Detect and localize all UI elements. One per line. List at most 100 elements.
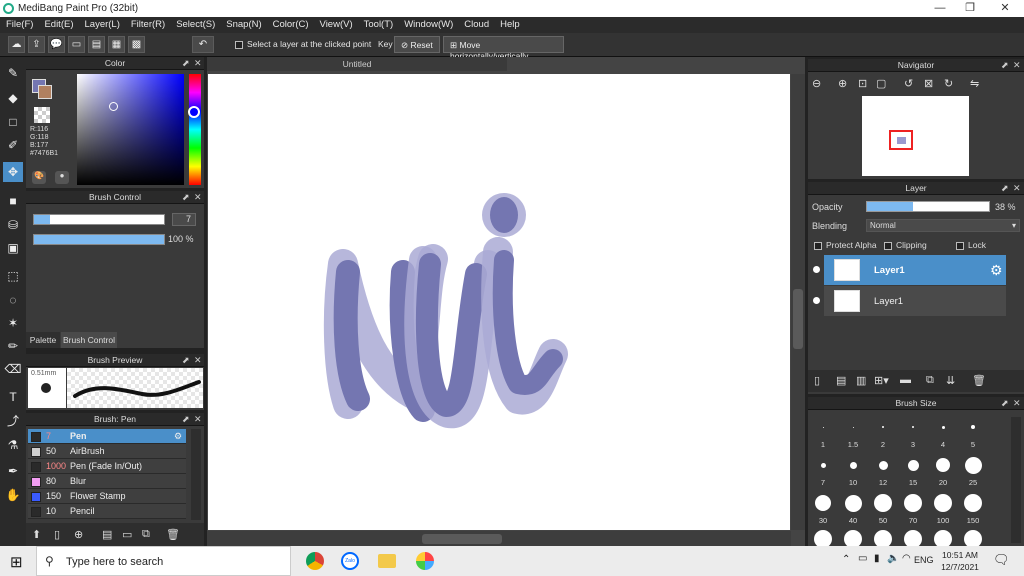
medibang-icon[interactable] [416, 552, 434, 570]
speaker-icon[interactable]: 🔈 [887, 553, 899, 564]
layer-visibility[interactable] [810, 255, 824, 285]
brush-list-item[interactable]: 50 AirBrush [28, 444, 186, 459]
zoom-out-icon[interactable]: ⊖ [812, 77, 821, 90]
duplicate-layer-icon[interactable]: ⧉ [926, 374, 934, 387]
close-icon[interactable]: ✕ [194, 58, 202, 69]
message-icon[interactable]: ▭ [68, 36, 85, 53]
lasso-tool-icon[interactable]: ◌ [3, 290, 23, 310]
rotate-right-icon[interactable]: ↻ [944, 77, 953, 90]
lock-checkbox[interactable] [956, 241, 964, 250]
brush-size-preset[interactable]: 2 [869, 414, 897, 451]
gear-icon[interactable]: ⚙ [990, 262, 1003, 279]
hue-slider[interactable] [188, 74, 201, 185]
vertical-scroll-thumb[interactable] [793, 289, 803, 349]
vertical-scrollbar[interactable] [791, 74, 805, 530]
file-explorer-icon[interactable] [378, 554, 396, 568]
brush-size-scrollbar[interactable] [1011, 417, 1021, 543]
tiles-icon[interactable]: ▩ [128, 36, 145, 53]
zalo-icon[interactable]: Zalo [341, 552, 359, 570]
brush-list-item[interactable]: 80 Blur [28, 474, 186, 489]
float-icon[interactable]: ⬈ [182, 58, 190, 69]
brush-size-preset[interactable]: 10 [839, 452, 867, 489]
menu-snap[interactable]: Snap(N) [220, 17, 266, 30]
horizontal-scroll-thumb[interactable] [422, 534, 502, 544]
menu-view[interactable]: View(V) [314, 17, 358, 30]
delete-brush-icon[interactable]: 🗑 [166, 528, 180, 541]
brush-size-preset[interactable]: 40 [839, 490, 867, 527]
layer-folder-icon[interactable]: ▬ [900, 374, 911, 386]
language-indicator[interactable]: ENG [914, 555, 934, 565]
minimize-icon[interactable]: — [925, 1, 955, 15]
drawing-canvas[interactable] [208, 74, 790, 530]
brush-size-preset[interactable]: 15 [899, 452, 927, 489]
close-icon[interactable]: ✕ [1013, 183, 1021, 194]
add-layer-menu-icon[interactable]: ⊞▾ [874, 374, 889, 387]
merge-layer-icon[interactable]: ⇊ [946, 374, 955, 387]
clipping-checkbox[interactable] [884, 241, 892, 250]
brush-size-preset[interactable]: 1.5 [839, 414, 867, 451]
color-settings-icon[interactable]: ● [55, 171, 69, 184]
select-eraser-icon[interactable]: ⌫ [3, 359, 23, 379]
brush-list-item[interactable]: 7 Pen ⚙ [28, 429, 186, 444]
float-icon[interactable]: ⬈ [1001, 398, 1009, 409]
select-pen-icon[interactable]: ✏ [3, 336, 23, 356]
navigator-thumbnail[interactable] [862, 96, 969, 176]
clipping-option[interactable]: Clipping [884, 240, 927, 250]
brush-size-preset[interactable]: 12 [869, 452, 897, 489]
move-tool-icon[interactable]: ✥ [3, 162, 23, 182]
brush-size-preset[interactable]: 5 [959, 414, 987, 451]
layer-row[interactable]: Layer1 [824, 255, 1006, 285]
move-button[interactable]: ⊞ Move horizontally/vertically [443, 36, 564, 61]
brush-list-item[interactable]: 10 Pencil [28, 504, 186, 519]
brush-size-preset[interactable]: 4 [929, 414, 957, 451]
protect-alpha-checkbox[interactable] [814, 241, 822, 250]
brush-size-dot[interactable] [844, 530, 862, 546]
zoom-in-icon[interactable]: ⊕ [838, 77, 847, 90]
eye-icon[interactable] [813, 266, 820, 273]
float-icon[interactable]: ⬈ [182, 192, 190, 203]
text-tool-icon[interactable]: T [3, 387, 23, 407]
close-icon[interactable]: ✕ [1013, 60, 1021, 71]
menu-color[interactable]: Color(C) [267, 17, 314, 30]
close-icon[interactable]: ✕ [990, 1, 1020, 15]
brush-size-preset[interactable]: 20 [929, 452, 957, 489]
new-1bit-layer-icon[interactable]: ▥ [856, 374, 866, 387]
brush-size-preset[interactable]: 50 [869, 490, 897, 527]
reset-button[interactable]: ⊘ Reset [394, 36, 440, 53]
windows-start-icon[interactable]: ⊞ [10, 553, 23, 571]
brush-size-preset[interactable]: 25 [959, 452, 987, 489]
brush-size-dot[interactable] [934, 530, 952, 546]
select-tool-icon[interactable]: ⬚ [3, 266, 23, 286]
chrome-icon[interactable] [306, 552, 324, 570]
new-brush-icon[interactable]: ▯ [54, 528, 60, 541]
menu-edit[interactable]: Edit(E) [38, 17, 78, 30]
brush-list-scrollbar[interactable] [191, 429, 201, 520]
comment-icon[interactable]: 💬 [48, 36, 65, 53]
brush-size-dot[interactable] [904, 530, 922, 546]
close-icon[interactable]: ✕ [194, 192, 202, 203]
share-icon[interactable]: ⇪ [28, 36, 45, 53]
brush-opacity-slider[interactable] [33, 234, 165, 245]
dropper-tool-icon[interactable]: ⚗ [3, 435, 23, 455]
rotate-left-icon[interactable]: ↺ [904, 77, 913, 90]
brush-size-dot[interactable] [964, 530, 982, 546]
search-box[interactable]: ⚲ Type here to search [36, 546, 291, 576]
brush-size-dot[interactable] [814, 530, 832, 546]
brush-list-item[interactable]: 1000 Pen (Fade In/Out) [28, 459, 186, 474]
brush-size-preset[interactable]: 100 [929, 490, 957, 527]
actual-size-icon[interactable]: ▢ [876, 77, 886, 90]
brush-size-preset[interactable]: 1 [809, 414, 837, 451]
menu-tool[interactable]: Tool(T) [358, 17, 399, 30]
brush-tool-icon[interactable]: ✎ [3, 63, 23, 83]
menu-file[interactable]: File(F) [0, 17, 38, 30]
brush-cloud-icon[interactable]: ⬆ [32, 528, 41, 541]
close-icon[interactable]: ✕ [1013, 398, 1021, 409]
bucket-tool-icon[interactable]: ⛁ [3, 215, 23, 235]
float-icon[interactable]: ⬈ [182, 355, 190, 366]
notification-icon[interactable]: 🗨 [993, 552, 1010, 568]
menu-layer[interactable]: Layer(L) [79, 17, 125, 30]
float-icon[interactable]: ⬈ [1001, 183, 1009, 194]
layer-visibility[interactable] [810, 286, 824, 316]
brush-size-preset[interactable]: 70 [899, 490, 927, 527]
brush-size-slider[interactable] [33, 214, 165, 225]
